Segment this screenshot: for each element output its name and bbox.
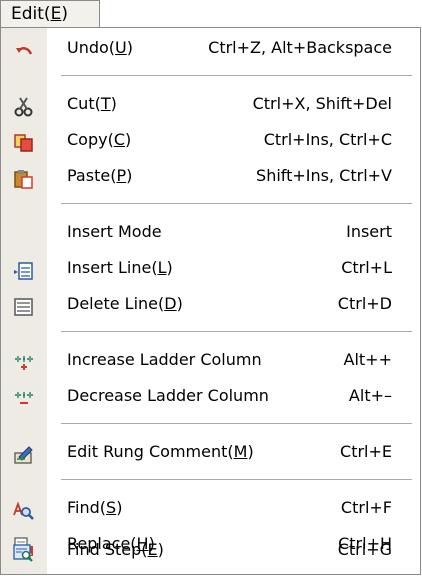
menu-item-increase-ladder-column[interactable]: Increase Ladder Column Alt++ bbox=[1, 342, 420, 378]
insert-line-icon bbox=[13, 258, 35, 280]
menu-separator bbox=[61, 203, 412, 204]
shortcut: Ctrl+L bbox=[341, 258, 392, 277]
menu-item-insert-line[interactable]: Insert Line(L) Ctrl+L bbox=[1, 250, 420, 286]
menu-item-find[interactable]: Find(S) Ctrl+F bbox=[1, 490, 420, 526]
scissors-icon bbox=[13, 94, 35, 117]
shortcut: Alt+– bbox=[348, 386, 392, 405]
menu-separator bbox=[61, 331, 412, 332]
shortcut: Ctrl+X, Shift+Del bbox=[252, 94, 392, 113]
edit-dropdown-menu: Undo(U) Ctrl+Z, Alt+Backspace Cut(T) Ctr… bbox=[0, 27, 421, 575]
edit-menu-tab[interactable]: Edit(E) bbox=[0, 0, 100, 28]
copy-icon bbox=[13, 130, 35, 152]
shortcut: Ctrl+E bbox=[340, 442, 392, 461]
delete-line-icon bbox=[13, 294, 35, 316]
shortcut: Shift+Ins, Ctrl+V bbox=[256, 166, 392, 185]
find-icon bbox=[13, 498, 35, 520]
shortcut: Ctrl+Z, Alt+Backspace bbox=[208, 38, 392, 57]
menu-item-undo[interactable]: Undo(U) Ctrl+Z, Alt+Backspace bbox=[1, 30, 420, 66]
menu-item-find-step-row[interactable]: Find Step(E) Ctrl+G bbox=[1, 532, 420, 568]
shortcut: Ctrl+F bbox=[340, 498, 392, 517]
menu-item-insert-mode[interactable]: Insert Mode Insert bbox=[1, 214, 420, 250]
menu-separator bbox=[61, 479, 412, 480]
menu-item-cut[interactable]: Cut(T) Ctrl+X, Shift+Del bbox=[1, 86, 420, 122]
edit-menu-label: Edit(E) bbox=[11, 4, 68, 24]
edit-comment-icon bbox=[13, 442, 35, 464]
menu-separator bbox=[61, 75, 412, 76]
menu-item-paste[interactable]: Paste(P) Shift+Ins, Ctrl+V bbox=[1, 158, 420, 194]
shortcut: Alt++ bbox=[343, 350, 392, 369]
shortcut: Ctrl+D bbox=[337, 294, 392, 313]
shortcut: Ctrl+Ins, Ctrl+C bbox=[263, 130, 392, 149]
shortcut: Insert bbox=[346, 222, 392, 241]
increase-column-icon bbox=[13, 350, 35, 370]
menu-item-edit-rung-comment[interactable]: Edit Rung Comment(M) Ctrl+E bbox=[1, 434, 420, 470]
paste-icon bbox=[13, 166, 35, 189]
menu-item-copy[interactable]: Copy(C) Ctrl+Ins, Ctrl+C bbox=[1, 122, 420, 158]
decrease-column-icon bbox=[13, 386, 35, 406]
undo-icon bbox=[13, 38, 35, 58]
menu-item-delete-line[interactable]: Delete Line(D) Ctrl+D bbox=[1, 286, 420, 322]
menu-separator bbox=[61, 423, 412, 424]
menu-item-decrease-ladder-column[interactable]: Decrease Ladder Column Alt+– bbox=[1, 378, 420, 414]
shortcut: Ctrl+G bbox=[337, 540, 392, 559]
find-step-icon bbox=[13, 540, 35, 562]
